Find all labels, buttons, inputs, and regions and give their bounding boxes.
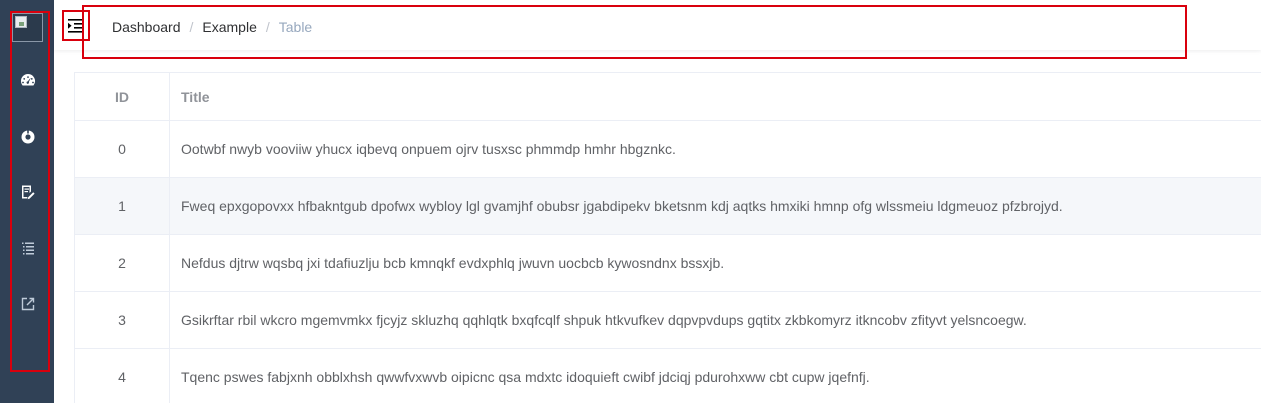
column-header-id[interactable]: ID [75, 73, 170, 120]
form-icon[interactable] [20, 184, 36, 200]
cell-id: 3 [75, 292, 170, 348]
cell-title: Nefdus djtrw wqsbq jxi tdafiuzlju bcb km… [181, 255, 725, 271]
example-icon[interactable] [20, 129, 36, 145]
cell-title: Gsikrftar rbil wkcro mgemvmkx fjcyjz skl… [181, 312, 1027, 328]
cell-title: Tqenc pswes fabjxnh obblxhsh qwwfvxwvb o… [181, 369, 870, 385]
nested-list-icon[interactable] [20, 240, 36, 256]
breadcrumb-dashboard[interactable]: Dashboard [112, 19, 181, 35]
cell-id: 4 [75, 349, 170, 403]
breadcrumb: Dashboard / Example / Table [112, 19, 312, 35]
cell-id: 2 [75, 235, 170, 291]
table-row[interactable]: 0 Ootwbf nwyb vooviiw yhucx iqbevq onpue… [75, 121, 1261, 178]
sidebar [0, 0, 54, 403]
table-row[interactable]: 4 Tqenc pswes fabjxnh obblxhsh qwwfvxwvb… [75, 349, 1261, 403]
broken-image-icon [15, 16, 27, 28]
cell-id: 1 [75, 178, 170, 234]
table-row[interactable]: 3 Gsikrftar rbil wkcro mgemvmkx fjcyjz s… [75, 292, 1261, 349]
cell-id: 0 [75, 121, 170, 177]
breadcrumb-separator: / [189, 19, 194, 35]
column-header-title[interactable]: Title [170, 73, 210, 120]
breadcrumb-table: Table [278, 19, 313, 35]
hamburger-button[interactable] [62, 10, 90, 41]
cell-title: Ootwbf nwyb vooviiw yhucx iqbevq onpuem … [181, 141, 676, 157]
table-header-row: ID Title [75, 73, 1261, 121]
hamburger-icon [68, 18, 84, 33]
external-link-icon[interactable] [20, 296, 36, 312]
cell-title: Fweq epxgopovxx hfbakntgub dpofwx wybloy… [181, 198, 1063, 214]
logo-broken-image[interactable] [12, 13, 43, 42]
table-row[interactable]: 2 Nefdus djtrw wqsbq jxi tdafiuzlju bcb … [75, 235, 1261, 292]
breadcrumb-separator: / [265, 19, 270, 35]
data-table: ID Title 0 Ootwbf nwyb vooviiw yhucx iqb… [74, 72, 1261, 403]
navbar: Dashboard / Example / Table [54, 0, 1261, 50]
table-row[interactable]: 1 Fweq epxgopovxx hfbakntgub dpofwx wybl… [75, 178, 1261, 235]
dashboard-icon[interactable] [20, 72, 36, 88]
breadcrumb-example[interactable]: Example [202, 19, 256, 35]
